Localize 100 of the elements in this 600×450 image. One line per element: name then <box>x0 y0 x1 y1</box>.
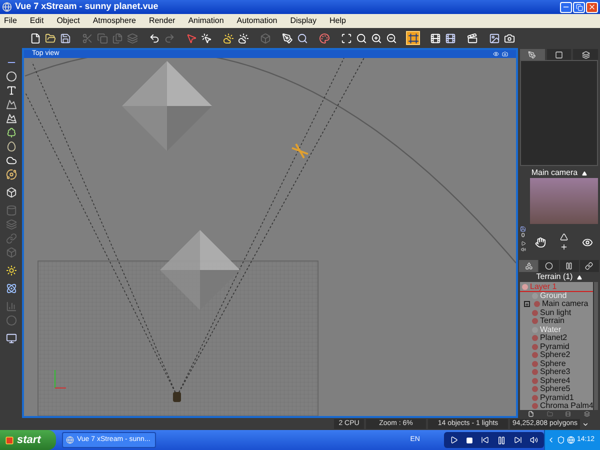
next-icon[interactable] <box>514 436 522 444</box>
app-icon <box>2 2 12 12</box>
menu-item[interactable]: Edit <box>30 15 44 27</box>
eye-icon[interactable] <box>582 236 593 248</box>
disk-icon[interactable] <box>520 226 526 232</box>
mountain-icon <box>6 112 16 124</box>
search-button[interactable] <box>295 31 309 45</box>
tree-item[interactable]: Ground <box>520 292 594 300</box>
film-button[interactable] <box>428 31 442 45</box>
tree-item[interactable]: Main camera <box>520 300 594 308</box>
expand-tray-icon[interactable] <box>547 436 555 444</box>
move-icon[interactable] <box>560 243 568 251</box>
menu-item[interactable]: Display <box>290 15 316 27</box>
play-icon[interactable] <box>520 241 526 246</box>
picture-button[interactable] <box>487 31 501 45</box>
zoom-in-button[interactable] <box>369 31 383 45</box>
menu-item[interactable]: Automation <box>236 15 278 27</box>
previous-icon[interactable] <box>481 436 489 444</box>
tree-item[interactable]: Planet2 <box>520 334 594 342</box>
cloud-sun-button[interactable] <box>221 31 235 45</box>
speaker-icon[interactable] <box>520 247 526 252</box>
zoom-frame-button[interactable] <box>339 31 353 45</box>
clapperboard-button[interactable] <box>465 31 479 45</box>
globe-icon[interactable] <box>567 436 575 444</box>
volume-icon[interactable] <box>530 436 538 444</box>
mountain-tool[interactable] <box>4 98 18 110</box>
search-icon <box>296 32 308 44</box>
expand-icon[interactable] <box>524 301 530 308</box>
frame-button[interactable] <box>406 31 420 45</box>
collapse-icon[interactable] <box>582 170 587 176</box>
panel-tab[interactable] <box>520 49 545 60</box>
tree-item[interactable]: Terrain <box>520 317 594 326</box>
sun-tool[interactable] <box>4 264 18 276</box>
scrollbar[interactable] <box>593 282 598 410</box>
eye-icon[interactable] <box>493 51 499 57</box>
panel-tab[interactable] <box>580 260 599 272</box>
app-icon <box>66 436 74 444</box>
tree-item[interactable]: Pyramid <box>520 342 594 351</box>
palette-button[interactable] <box>317 31 331 45</box>
camera-icon[interactable] <box>502 51 508 57</box>
window-title: Vue 7 xStream - sunny planet.vue <box>15 0 158 14</box>
pen-button[interactable] <box>280 31 294 45</box>
disk-button[interactable] <box>58 31 72 45</box>
collapse-icon[interactable] <box>576 274 582 280</box>
minimize-button[interactable] <box>560 2 572 12</box>
hand-icon[interactable] <box>535 236 546 248</box>
atom-tool[interactable] <box>4 282 18 294</box>
folder-button[interactable] <box>43 31 57 45</box>
cylinder-icon <box>6 204 16 216</box>
tree-item[interactable]: Sphere4 <box>520 376 594 385</box>
zoom-frame-icon <box>340 32 352 44</box>
search-icon <box>356 32 366 44</box>
tree-item[interactable]: Sun light <box>520 308 594 317</box>
rock-icon <box>6 140 16 152</box>
start-button[interactable]: start <box>0 430 56 450</box>
text-icon <box>6 84 16 96</box>
tree-item[interactable]: Sphere3 <box>520 368 594 376</box>
tree-item[interactable]: Sphere5 <box>520 385 594 394</box>
dropdown-icon[interactable] <box>582 420 589 428</box>
panel-tab[interactable] <box>546 49 572 60</box>
shield-icon[interactable] <box>557 436 565 444</box>
menu-item[interactable]: Object <box>56 15 80 27</box>
close-button[interactable] <box>586 2 598 12</box>
play-icon[interactable] <box>450 436 458 444</box>
menu-item[interactable]: Atmosphere <box>92 15 136 27</box>
cube-icon <box>6 186 16 198</box>
pause-icon[interactable] <box>497 436 506 444</box>
zoom-in-icon <box>370 32 382 44</box>
panel-tab[interactable] <box>539 260 558 272</box>
pointer-button[interactable] <box>199 31 213 45</box>
layers-icon[interactable] <box>584 411 590 417</box>
tree-item[interactable]: Chroma Palm4 <box>520 402 594 410</box>
tree-item[interactable]: Sphere2 <box>520 351 594 360</box>
film-icon[interactable] <box>565 411 572 417</box>
panel-tab[interactable] <box>573 49 598 60</box>
restore-button[interactable] <box>573 2 585 12</box>
cloud-tool[interactable] <box>4 154 18 166</box>
tree-item[interactable]: Water <box>520 326 594 334</box>
search-button[interactable] <box>354 31 368 45</box>
mountain-tool[interactable] <box>4 112 18 124</box>
tree-item[interactable]: Pyramid1 <box>520 394 594 402</box>
camera-icon <box>504 32 514 44</box>
menu-item[interactable]: Help <box>329 15 346 27</box>
monitor-tool[interactable] <box>4 332 18 344</box>
menu-item[interactable]: File <box>4 15 17 27</box>
panel-tab[interactable] <box>519 260 538 272</box>
tree-item[interactable]: Sphere <box>520 360 594 368</box>
pyramid-icon[interactable] <box>560 233 568 241</box>
cube-tool[interactable] <box>4 186 18 198</box>
cloud-sun-button[interactable] <box>236 31 250 45</box>
menu-item[interactable]: Animation <box>188 15 224 27</box>
panel-tab[interactable] <box>560 260 579 272</box>
planet-tool[interactable] <box>4 168 18 180</box>
stop-icon[interactable] <box>466 436 473 444</box>
page-icon[interactable] <box>528 411 534 417</box>
film-button[interactable] <box>443 31 457 45</box>
zoom-out-button[interactable] <box>384 31 398 45</box>
sphere-tool[interactable] <box>4 70 18 82</box>
menu-item[interactable]: Render <box>148 15 176 27</box>
undo-icon <box>148 32 160 44</box>
